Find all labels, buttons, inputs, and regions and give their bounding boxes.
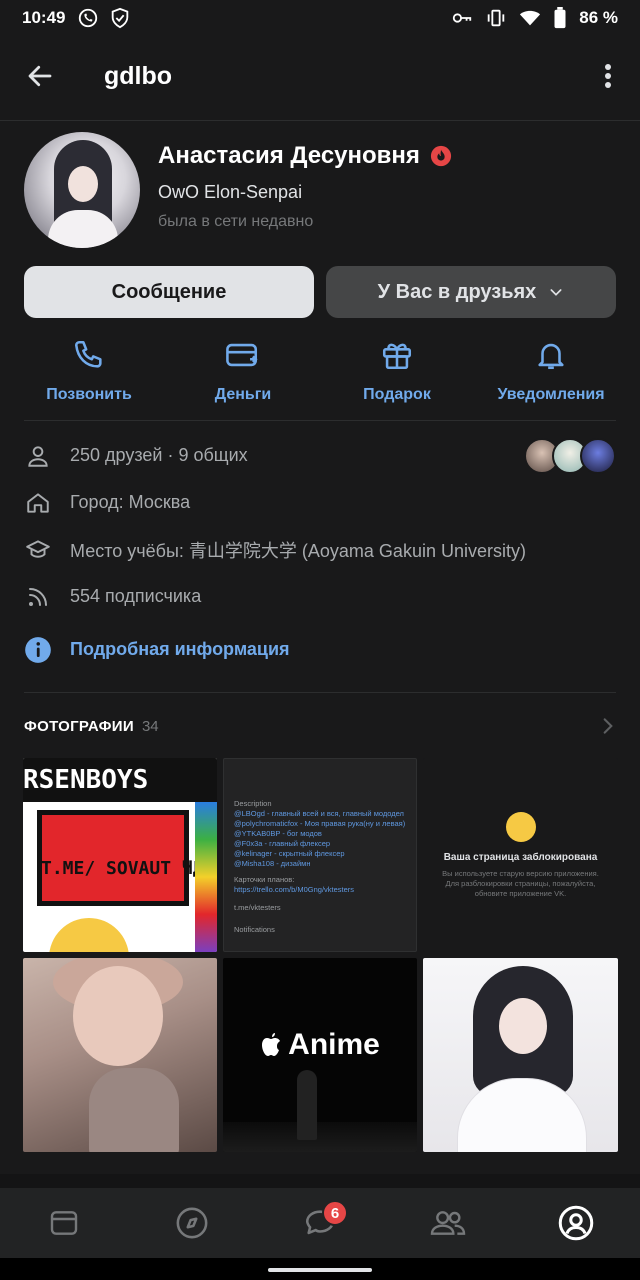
photos-count: 34 (141, 717, 159, 735)
money-label: Деньги (214, 386, 272, 403)
friends-count: 250 друзей · 9 общих (70, 445, 248, 465)
more-info-link[interactable]: Подробная информация (24, 626, 616, 673)
profile-actions: Сообщение У Вас в друзьях (24, 266, 616, 318)
gift-icon (382, 343, 412, 370)
key-icon (453, 13, 472, 23)
profile-info: Анастасия Десуновня OwO Elon-Senpai была… (158, 132, 452, 250)
nav-profile[interactable] (512, 1188, 640, 1258)
avatar[interactable] (24, 132, 140, 248)
messages-badge: 6 (322, 1200, 348, 1226)
photo-thumbnail[interactable]: Description @LBOgd - главный всей и вся,… (223, 758, 417, 952)
photo-thumbnail[interactable] (23, 958, 217, 1152)
profile-name: Анастасия Десуновня (158, 142, 420, 169)
graduation-cap-icon (26, 539, 50, 558)
wifi-icon (520, 10, 541, 26)
photos-header[interactable]: ФОТОГРАФИИ 34 (24, 710, 616, 742)
home-icon (27, 492, 49, 513)
mutual-friends-avatars[interactable] (524, 437, 616, 474)
photo-thumbnail[interactable]: RSENBOYS T.ME/ SOVAUT ЧДК (23, 758, 217, 952)
more-info-text: Подробная информация (70, 639, 290, 659)
friends-icon (430, 1211, 466, 1235)
rss-icon (29, 587, 47, 606)
message-button[interactable]: Сообщение (24, 266, 314, 318)
vibrate-icon (488, 9, 505, 27)
nav-discover[interactable] (128, 1188, 256, 1258)
followers-text: 554 подписчика (70, 586, 202, 606)
photo-thumbnail[interactable]: Ваша страница заблокирована Вы используе… (423, 758, 618, 952)
whatsapp-icon (79, 8, 98, 28)
chevron-right-icon (603, 718, 613, 734)
call-button[interactable]: Позвонить (12, 336, 166, 406)
news-feed-icon (50, 1211, 78, 1235)
city-row: Город: Москва (24, 479, 616, 526)
user-icon (28, 445, 48, 467)
profile-circle-icon (558, 1205, 594, 1241)
battery-percent: 86 % (579, 8, 618, 27)
last-seen: была в сети недавно (158, 213, 314, 230)
header-divider (0, 120, 640, 121)
message-button-label: Сообщение (111, 280, 227, 303)
chevron-down-icon (550, 289, 562, 296)
followers-row[interactable]: 554 подписчика (24, 573, 616, 620)
photos-divider (24, 692, 616, 693)
phone-icon (74, 340, 102, 368)
bottom-nav: 6 (0, 1188, 640, 1258)
friends-status-label: У Вас в друзьях (377, 280, 537, 303)
profile-header: Анастасия Десуновня OwO Elon-Senpai была… (24, 132, 616, 250)
city-text: Город: Москва (70, 492, 191, 512)
photos-grid: RSENBOYS T.ME/ SOVAUT ЧДК Description @L… (23, 758, 618, 1152)
profile-details: 250 друзей · 9 общих Город: Москва Место… (24, 432, 616, 673)
status-time: 10:49 (22, 8, 66, 27)
status-bar: 10:49 86 % (0, 0, 640, 36)
friends-row[interactable]: 250 друзей · 9 общих (24, 432, 616, 479)
nav-friends[interactable] (384, 1188, 512, 1258)
money-icon (226, 343, 258, 367)
more-vertical-icon (605, 64, 611, 88)
money-button[interactable]: Деньги (166, 336, 320, 406)
bell-icon (538, 343, 564, 370)
education-text: Место учёбы: 青山学院大学 (Aoyama Gakuin Unive… (70, 540, 526, 561)
quick-actions-divider (24, 420, 616, 421)
notifications-label: Уведомления (497, 386, 605, 403)
gift-label: Подарок (363, 386, 431, 403)
friend-avatar (580, 437, 616, 474)
top-bar: gdlbo (0, 46, 640, 106)
photo-thumbnail[interactable] (423, 958, 618, 1152)
back-button[interactable] (22, 58, 58, 94)
photo-thumbnail[interactable]: Anime (223, 958, 417, 1152)
nav-feed[interactable] (0, 1188, 128, 1258)
home-indicator[interactable] (268, 1268, 372, 1272)
quick-actions: Позвонить Деньги Подарок Уведомления (12, 336, 628, 406)
notifications-button[interactable]: Уведомления (474, 336, 628, 406)
arrow-left-icon (28, 65, 52, 87)
education-row[interactable]: Место учёбы: 青山学院大学 (Aoyama Gakuin Unive… (24, 526, 616, 573)
bottom-separator (0, 1174, 640, 1188)
gift-button[interactable]: Подарок (320, 336, 474, 406)
friends-status-button[interactable]: У Вас в друзьях (326, 266, 616, 318)
photos-label: ФОТОГРАФИИ (24, 717, 134, 735)
shield-icon (112, 7, 129, 29)
call-label: Позвонить (46, 386, 132, 403)
compass-icon (176, 1207, 208, 1239)
nav-messages[interactable]: 6 (256, 1188, 384, 1258)
apple-logo-icon (262, 1033, 281, 1056)
page-title: gdlbo (104, 61, 173, 90)
battery-icon (554, 7, 566, 29)
more-menu-button[interactable] (598, 58, 618, 94)
flame-verified-icon[interactable] (430, 145, 452, 167)
info-icon (25, 636, 51, 663)
profile-status: OwO Elon-Senpai (158, 182, 303, 202)
